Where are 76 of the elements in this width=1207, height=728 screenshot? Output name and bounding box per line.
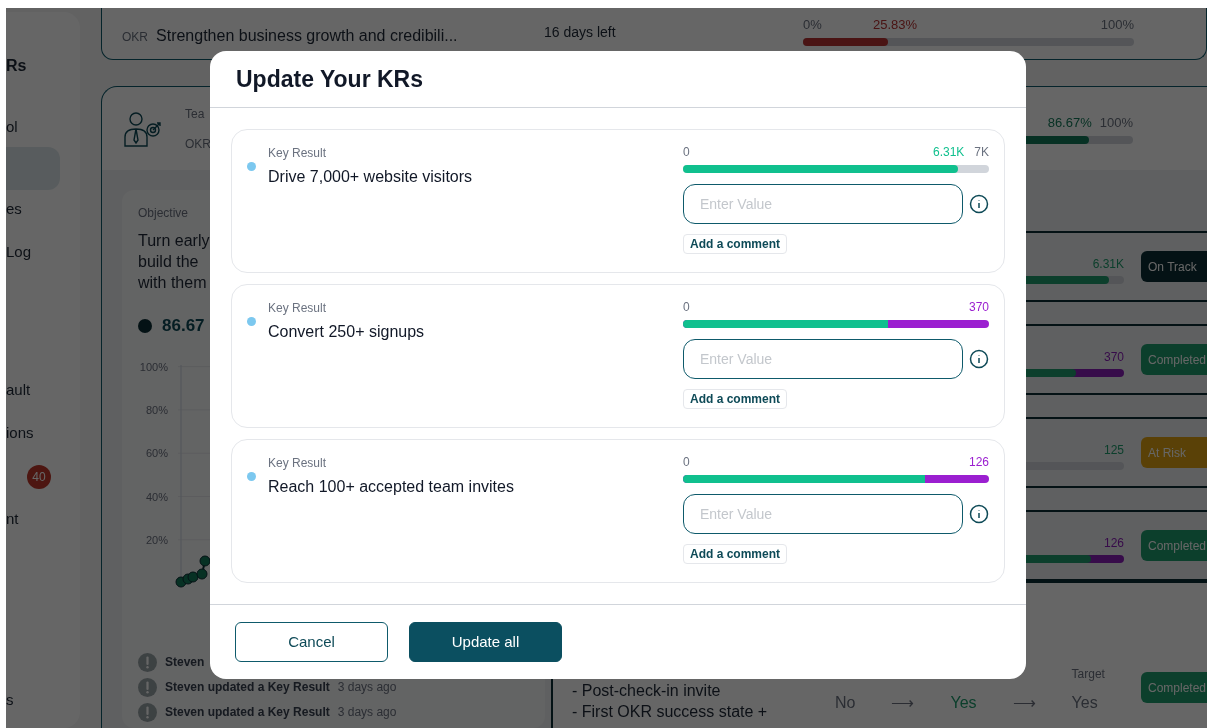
current-value: Yes bbox=[950, 693, 977, 713]
key-result-title: Convert 250+ signups bbox=[268, 322, 425, 342]
okr-title: Strengthen business growth and credibili... bbox=[156, 25, 458, 46]
alert-icon bbox=[138, 677, 157, 697]
objective-text: build the bbox=[138, 252, 200, 272]
value-input[interactable]: Enter Value bbox=[683, 494, 963, 534]
sidebar-item[interactable]: s bbox=[6, 689, 14, 712]
status-badge: Completed bbox=[1141, 530, 1207, 561]
value-input[interactable]: Enter Value bbox=[683, 184, 963, 224]
progress-value: 6.31K bbox=[932, 144, 965, 161]
progress-end-label: 100% bbox=[1100, 15, 1134, 34]
key-result-label: Key Result bbox=[268, 455, 328, 472]
progress-start-label: 0 bbox=[683, 299, 690, 316]
progress-value: 126 bbox=[968, 454, 989, 471]
progress-start-label: 0 bbox=[683, 454, 690, 471]
progress-value: 125 bbox=[1103, 442, 1124, 459]
progress-start-label: 0 bbox=[683, 144, 690, 161]
progress-value: 6.31K bbox=[1092, 256, 1124, 273]
sidebar-item[interactable]: ions bbox=[6, 422, 34, 445]
status-badge: At Risk bbox=[1141, 437, 1207, 468]
progress-value: 25.83% bbox=[873, 15, 918, 34]
activity-text: Steven updated a Key Result bbox=[165, 704, 330, 721]
sidebar-item[interactable]: ault bbox=[6, 379, 31, 402]
add-comment-button[interactable]: Add a comment bbox=[683, 234, 787, 254]
objective-text: with them bbox=[138, 273, 208, 293]
count-badge: 40 bbox=[27, 464, 51, 489]
info-icon[interactable] bbox=[969, 504, 989, 524]
start-value: No bbox=[835, 693, 856, 713]
info-icon[interactable] bbox=[969, 194, 989, 214]
progress-value: 126 bbox=[1103, 535, 1124, 552]
progress-value: 370 bbox=[1103, 349, 1124, 366]
add-comment-button[interactable]: Add a comment bbox=[683, 544, 787, 564]
progress-target-label: 7K bbox=[974, 144, 989, 161]
sidebar-item[interactable]: ol bbox=[6, 116, 18, 139]
target-label: Target bbox=[1071, 666, 1105, 683]
sidebar-heading: Rs bbox=[6, 56, 28, 76]
objective-text: Turn early bbox=[138, 231, 211, 251]
description-line: - Post-check-in invite bbox=[572, 681, 722, 701]
value-input[interactable]: Enter Value bbox=[683, 339, 963, 379]
sidebar-item[interactable]: nt bbox=[6, 508, 19, 531]
arrow-glyph: ⟶ bbox=[1012, 693, 1036, 713]
progress-value: 86.67% bbox=[1047, 113, 1092, 132]
key-result-label: Key Result bbox=[268, 145, 328, 162]
alert-icon bbox=[138, 652, 157, 672]
progress-start-label: 0% bbox=[803, 15, 823, 34]
modal-title: Update Your KRs bbox=[236, 64, 423, 94]
key-result-title: Drive 7,000+ website visitors bbox=[268, 167, 473, 187]
add-comment-button[interactable]: Add a comment bbox=[683, 389, 787, 409]
activity-time: 3 days ago bbox=[337, 704, 397, 721]
objective-label: Objective bbox=[138, 205, 190, 222]
okr-label: OKR bbox=[122, 28, 148, 46]
target-value: Yes bbox=[1071, 693, 1099, 713]
key-result-label: Key Result bbox=[268, 300, 328, 317]
status-badge: Completed bbox=[1141, 344, 1207, 375]
activity-time: 3 days ago bbox=[337, 679, 397, 696]
description-line: - First OKR success state + bbox=[572, 702, 769, 722]
team-label: Tea bbox=[185, 105, 205, 123]
activity-text: Steven bbox=[165, 654, 205, 671]
progress-end-label: 100% bbox=[1099, 113, 1133, 132]
cancel-button[interactable]: Cancel bbox=[235, 622, 388, 662]
info-icon[interactable] bbox=[969, 349, 989, 369]
progress-value: 370 bbox=[968, 299, 989, 316]
sidebar-item[interactable]: es bbox=[6, 198, 22, 221]
okr-label: OKR bbox=[185, 135, 211, 153]
status-badge: Completed bbox=[1141, 672, 1207, 703]
key-result-title: Reach 100+ accepted team invites bbox=[268, 477, 514, 497]
axis-tick-label: 40% bbox=[145, 490, 168, 502]
sidebar-item[interactable]: Log bbox=[6, 241, 32, 264]
activity-text: Steven updated a Key Result bbox=[165, 679, 330, 696]
person-target-icon bbox=[122, 109, 162, 148]
status-badge: On Track bbox=[1141, 251, 1207, 282]
progress-percent: 86.67 bbox=[162, 315, 205, 337]
alert-icon bbox=[138, 702, 157, 722]
update-all-button[interactable]: Update all bbox=[409, 622, 562, 662]
time-left: 16 days left bbox=[544, 23, 617, 42]
arrow-glyph: ⟶ bbox=[891, 693, 915, 713]
